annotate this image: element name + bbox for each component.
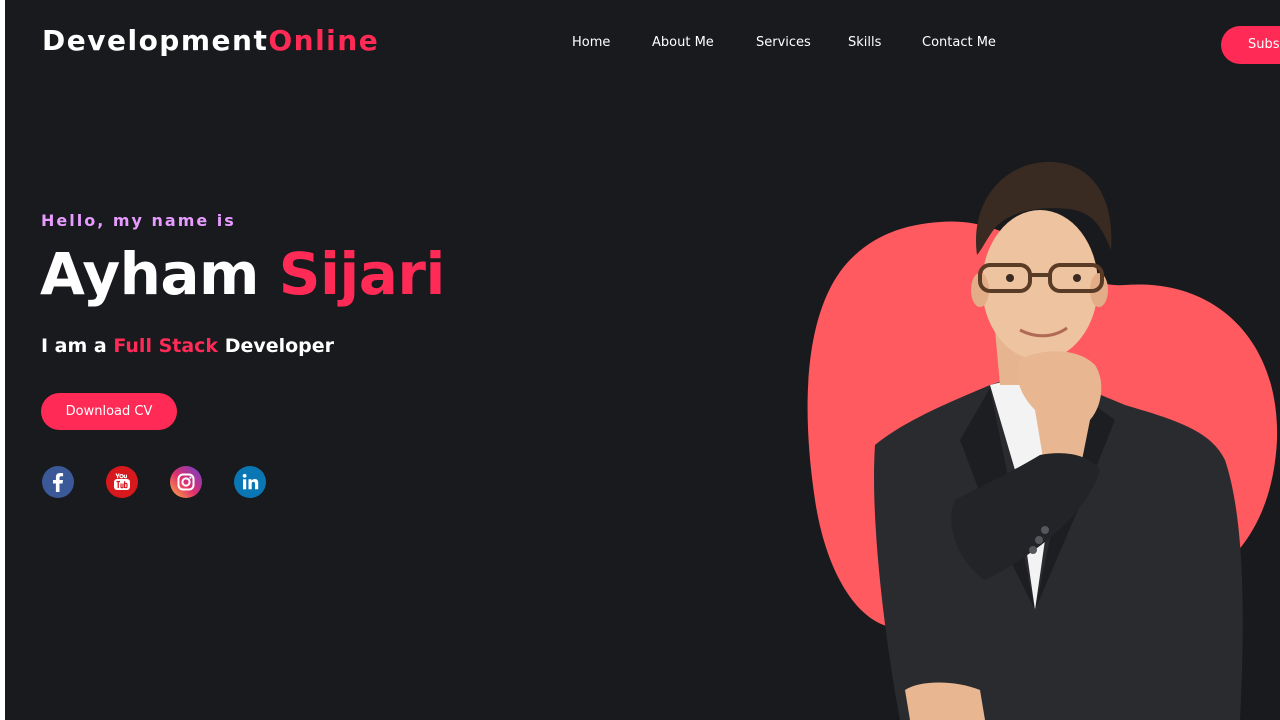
page: DevelopmentOnline Home About Me Services… <box>5 0 1280 720</box>
hero-illustration <box>807 161 1278 720</box>
